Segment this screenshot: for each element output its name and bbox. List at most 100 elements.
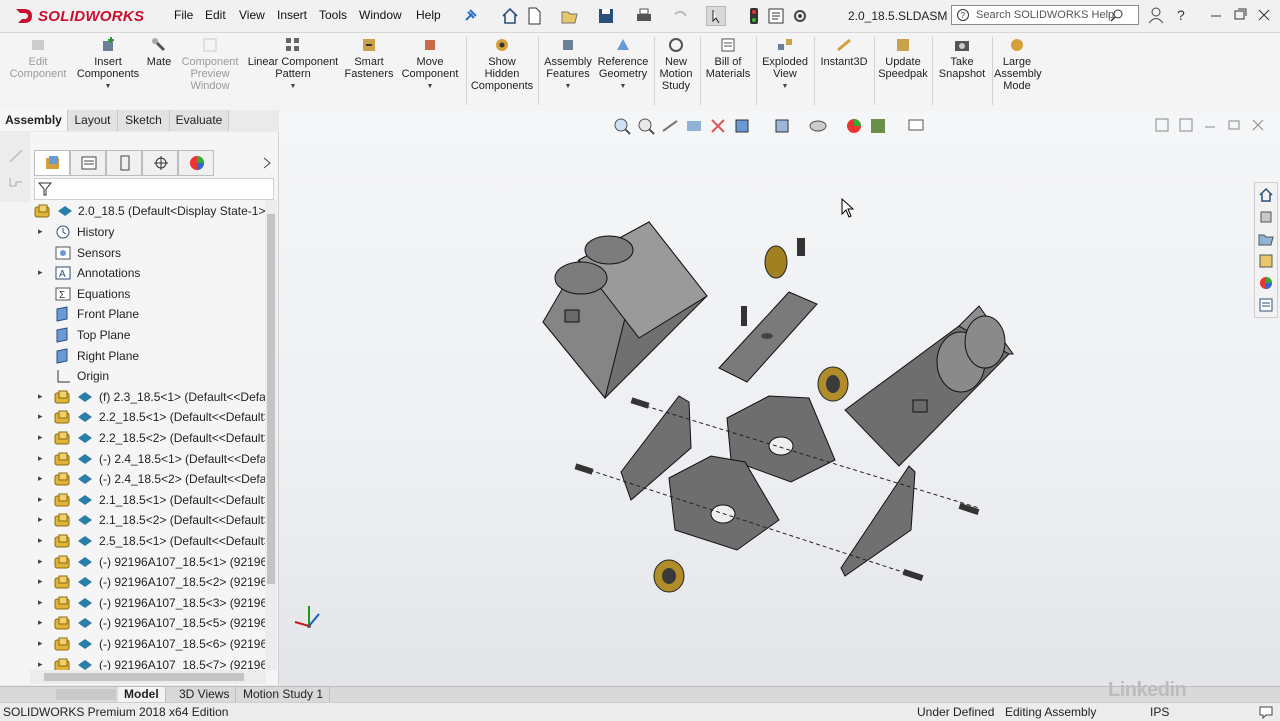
- close-icon[interactable]: [1254, 6, 1274, 24]
- options-gear-icon[interactable]: [790, 6, 810, 26]
- pin-icon[interactable]: [460, 6, 480, 26]
- tree-component-item[interactable]: ▸ (-) 2.4_18.5<2> (Default<<Defaul: [30, 469, 266, 489]
- tree-component-item[interactable]: ▸ 2.1_18.5<1> (Default<<Default>_: [30, 490, 266, 510]
- select-icon[interactable]: [706, 6, 726, 26]
- menu-view[interactable]: View: [239, 8, 265, 22]
- tab-model[interactable]: Model: [118, 687, 166, 702]
- sketch-tool-icon[interactable]: [8, 148, 24, 164]
- tab-evaluate[interactable]: Evaluate: [170, 110, 229, 131]
- menu-insert[interactable]: Insert: [277, 8, 307, 22]
- show-hidden-components-button[interactable]: Show Hidden Components: [470, 36, 534, 92]
- open-icon[interactable]: [560, 6, 580, 26]
- display-manager-tab[interactable]: [178, 150, 214, 176]
- expand-arrow-icon[interactable]: ▸: [38, 391, 46, 401]
- linear-component-pattern-button[interactable]: Linear Component Pattern ▼: [246, 36, 340, 93]
- menu-tools[interactable]: Tools: [319, 8, 347, 22]
- exploded-view-button[interactable]: Exploded View ▼: [758, 36, 812, 93]
- tree-vertical-scrollbar[interactable]: [265, 200, 277, 670]
- reference-geometry-button[interactable]: Reference Geometry ▼: [596, 36, 650, 93]
- undo-icon[interactable]: [670, 6, 690, 26]
- new-motion-study-button[interactable]: New Motion Study: [656, 36, 696, 92]
- expand-arrow-icon[interactable]: ▸: [38, 453, 46, 463]
- search-box[interactable]: ? Search SOLIDWORKS Help: [951, 5, 1139, 25]
- tree-component-item[interactable]: ▸ 2.2_18.5<2> (Default<<Default>_: [30, 428, 266, 448]
- doc-minimize-icon[interactable]: [1202, 117, 1218, 133]
- solidworks-resources-home-icon[interactable]: [1258, 187, 1274, 203]
- tree-component-item[interactable]: ▸ (-) 92196A107_18.5<6> (92196A1(: [30, 634, 266, 654]
- tree-item[interactable]: Right Plane: [30, 346, 266, 366]
- reference-geometry-dropdown-icon[interactable]: ▼: [596, 81, 650, 93]
- bill-of-materials-button[interactable]: Bill of Materials: [702, 36, 754, 80]
- hscroll-thumb[interactable]: [44, 673, 244, 681]
- propertymanager-tab[interactable]: [70, 150, 106, 176]
- viewport-tile-icon[interactable]: [1154, 117, 1170, 133]
- view-orientation-icon[interactable]: [732, 116, 752, 136]
- dimxpert-tab[interactable]: [142, 150, 178, 176]
- graphics-area[interactable]: [279, 110, 1280, 686]
- tree-horizontal-scrollbar[interactable]: [30, 670, 266, 684]
- hide-show-items-icon[interactable]: [808, 116, 828, 136]
- tab-motion-study[interactable]: Motion Study 1: [237, 687, 331, 702]
- appearances-icon[interactable]: [1258, 275, 1274, 291]
- tree-component-item[interactable]: ▸ (-) 92196A107_18.5<3> (92196A1(: [30, 593, 266, 613]
- expand-arrow-icon[interactable]: ▸: [38, 535, 46, 545]
- expand-arrow-icon[interactable]: ▸: [38, 514, 46, 524]
- expand-arrow-icon[interactable]: ▸: [38, 597, 46, 607]
- tree-component-item[interactable]: ▸ (-) 92196A107_18.5<5> (92196A1(: [30, 613, 266, 633]
- expand-arrow-icon[interactable]: ▸: [38, 576, 46, 586]
- tree-component-item[interactable]: ▸ (-) 92196A107_18.5<1> (92196A1(: [30, 552, 266, 572]
- expand-arrow-icon[interactable]: ▸: [38, 411, 46, 421]
- viewport-split-icon[interactable]: [1178, 117, 1194, 133]
- custom-properties-icon[interactable]: [1258, 297, 1274, 313]
- save-icon[interactable]: [596, 6, 616, 26]
- expand-arrow-icon[interactable]: ▸: [38, 267, 46, 277]
- print-icon[interactable]: [634, 6, 654, 26]
- help-icon[interactable]: ?: [1172, 6, 1192, 24]
- expand-arrow-icon[interactable]: ▸: [38, 617, 46, 627]
- zoom-area-icon[interactable]: [636, 116, 656, 136]
- expand-arrow-icon[interactable]: ▸: [38, 638, 46, 648]
- filter-icon[interactable]: [37, 181, 57, 197]
- tree-item[interactable]: Σ Equations: [30, 284, 266, 304]
- large-assembly-mode-button[interactable]: Large Assembly Mode: [994, 36, 1042, 92]
- tab-3d-views[interactable]: 3D Views: [173, 687, 237, 702]
- dynamic-annotation-icon[interactable]: [708, 116, 728, 136]
- section-view-icon[interactable]: [684, 116, 704, 136]
- move-component-dropdown-icon[interactable]: ▼: [398, 81, 462, 93]
- tree-component-item[interactable]: ▸ 2.1_18.5<2> (Default<<Default>_: [30, 510, 266, 530]
- tab-sketch[interactable]: Sketch: [118, 110, 170, 131]
- menu-help[interactable]: Help: [416, 8, 441, 22]
- tree-component-item[interactable]: ▸ 2.5_18.5<1> (Default<<Default>_: [30, 531, 266, 551]
- tree-root-assembly[interactable]: 2.0_18.5 (Default<Display State-1>): [30, 201, 266, 221]
- solidworks-logo[interactable]: SOLIDWORKS: [14, 6, 146, 26]
- file-explorer-icon[interactable]: [1258, 231, 1274, 247]
- expand-arrow-icon[interactable]: ▸: [38, 556, 46, 566]
- tree-component-item[interactable]: ▸ (-) 92196A107_18.5<2> (92196A1(: [30, 572, 266, 592]
- rebuild-icon[interactable]: [744, 6, 764, 26]
- tree-item[interactable]: Top Plane: [30, 325, 266, 345]
- tree-component-item[interactable]: ▸ (-) 2.4_18.5<1> (Default<<Defaul: [30, 449, 266, 469]
- tab-layout[interactable]: Layout: [68, 110, 118, 131]
- new-document-icon[interactable]: [524, 6, 544, 26]
- status-units[interactable]: IPS: [1150, 705, 1169, 719]
- design-library-icon[interactable]: [1258, 209, 1274, 225]
- previous-view-icon[interactable]: [660, 116, 680, 136]
- instant3d-button[interactable]: Instant3D: [816, 36, 872, 68]
- expand-arrow-icon[interactable]: ▸: [38, 494, 46, 504]
- tree-component-item[interactable]: ▸ (-) 92196A107_18.5<7> (92196A1(: [30, 655, 266, 670]
- display-style-icon[interactable]: [772, 116, 792, 136]
- assembly-features-dropdown-icon[interactable]: ▼: [542, 81, 594, 93]
- tree-item[interactable]: Front Plane: [30, 304, 266, 324]
- tree-item[interactable]: Origin: [30, 366, 266, 386]
- exploded-view-dropdown-icon[interactable]: ▼: [758, 81, 812, 93]
- minimize-icon[interactable]: [1206, 6, 1226, 24]
- expand-arrow-icon[interactable]: ▸: [38, 432, 46, 442]
- edit-component-button[interactable]: Edit Component: [6, 36, 70, 80]
- tree-item[interactable]: Sensors: [30, 243, 266, 263]
- tree-item[interactable]: ▸ History: [30, 222, 266, 242]
- doc-restore-icon[interactable]: [1226, 117, 1242, 133]
- linear-pattern-dropdown-icon[interactable]: ▼: [246, 81, 340, 93]
- menu-edit[interactable]: Edit: [205, 8, 226, 22]
- exploded-assembly-model[interactable]: [279, 110, 1280, 686]
- user-icon[interactable]: [1146, 6, 1166, 24]
